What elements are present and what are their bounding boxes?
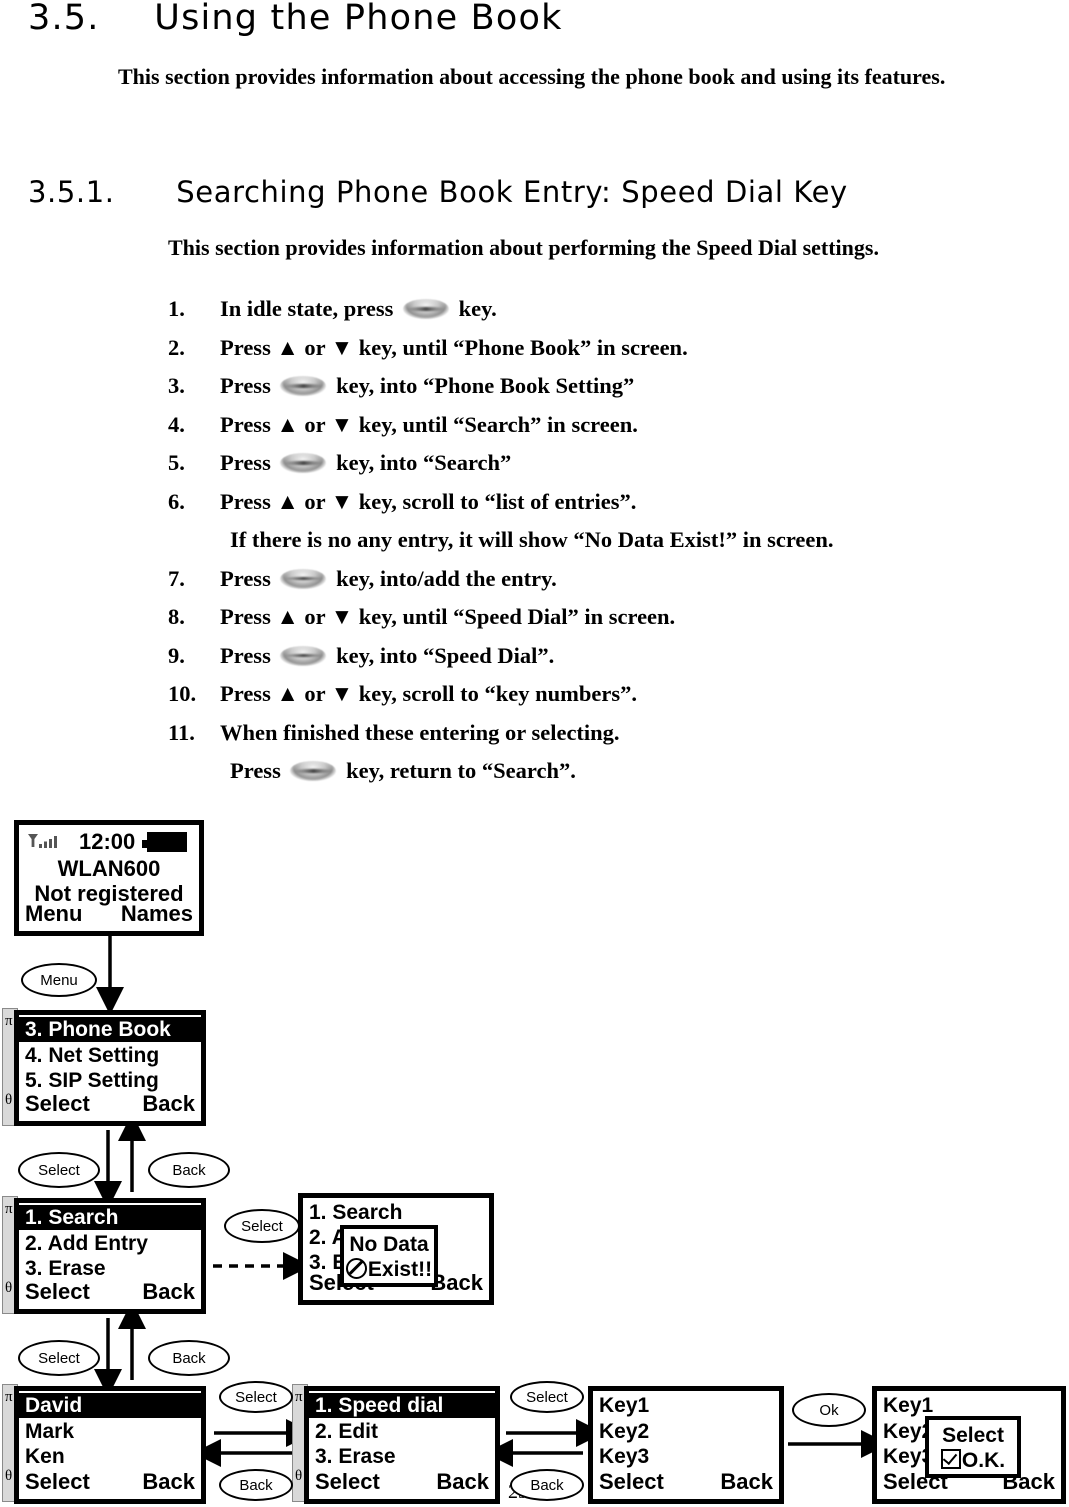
softkey-right[interactable]: Back <box>142 1091 195 1117</box>
scroll-down-icon[interactable]: θ <box>295 1468 302 1485</box>
status-clock: 12:00 <box>79 829 136 854</box>
menu-item[interactable]: Key1 <box>599 1393 773 1418</box>
popup-line-1: Select <box>942 1424 1004 1447</box>
list-item-selected[interactable]: David <box>19 1393 201 1418</box>
no-data-popup: No Data Exist!! <box>340 1225 438 1287</box>
softkey-left[interactable]: Select <box>315 1469 380 1495</box>
scroll-down-icon[interactable]: θ <box>5 1092 12 1109</box>
scroll-up-icon[interactable]: π <box>5 1013 13 1030</box>
action-label-select[interactable]: Select <box>510 1381 584 1413</box>
menu-item[interactable]: 3. Erase <box>315 1444 489 1469</box>
entry-list-screen[interactable]: David Mark Ken Select Back <box>14 1386 206 1504</box>
scroll-up-icon[interactable]: π <box>295 1389 303 1406</box>
menu-item-selected[interactable]: 1. Speed dial <box>309 1393 495 1418</box>
flow-diagram: 12:00 WLAN600 Not registered Menu Names … <box>0 0 1069 1507</box>
softkey-bar: Menu Names <box>25 901 193 927</box>
softkey-bar: Select Back <box>25 1091 195 1117</box>
battery-full-icon <box>142 832 187 852</box>
menu-item[interactable]: Key1 <box>883 1393 1055 1418</box>
menu-item[interactable]: 4. Net Setting <box>25 1043 195 1068</box>
popup-line-2: O.K. <box>929 1448 1017 1473</box>
menu-item[interactable]: Key3 <box>599 1444 773 1469</box>
main-menu-screen[interactable]: 3. Phone Book 4. Net Setting 5. SIP Sett… <box>14 1010 206 1126</box>
scroll-up-icon[interactable]: π <box>5 1389 13 1406</box>
softkey-left[interactable]: Menu <box>25 901 82 927</box>
softkey-bar: Select Back <box>599 1469 773 1495</box>
softkey-left[interactable]: Select <box>599 1469 664 1495</box>
softkey-bar: Select Back <box>25 1279 195 1305</box>
action-label-select[interactable]: Select <box>219 1381 293 1413</box>
scroll-down-icon[interactable]: θ <box>5 1280 12 1297</box>
popup-line-2-text: Exist!! <box>367 1258 433 1281</box>
softkey-right[interactable]: Back <box>436 1469 489 1495</box>
entry-options-screen[interactable]: 1. Speed dial 2. Edit 3. Erase Select Ba… <box>304 1386 500 1504</box>
prohibited-icon <box>345 1258 367 1279</box>
action-label-back[interactable]: Back <box>219 1469 293 1501</box>
softkey-right[interactable]: Back <box>720 1469 773 1495</box>
menu-item-selected[interactable]: 3. Phone Book <box>19 1017 201 1042</box>
list-item[interactable]: Ken <box>25 1444 195 1469</box>
menu-item[interactable]: 3. Erase <box>25 1256 195 1281</box>
action-label-select[interactable]: Select <box>18 1340 100 1376</box>
signal-bars-icon <box>27 832 63 852</box>
confirm-popup: Select O.K. <box>925 1416 1021 1478</box>
action-label-menu[interactable]: Menu <box>21 963 97 997</box>
popup-line-2-text: O.K. <box>961 1449 1006 1472</box>
menu-item-selected[interactable]: 1. Search <box>19 1205 201 1230</box>
action-label-select[interactable]: Select <box>18 1152 100 1188</box>
softkey-right[interactable]: Back <box>142 1279 195 1305</box>
softkey-left[interactable]: Select <box>25 1279 90 1305</box>
popup-line-2: Exist!! <box>344 1257 434 1282</box>
softkey-left[interactable]: Select <box>25 1469 90 1495</box>
softkey-bar: Select Back <box>315 1469 489 1495</box>
action-label-back[interactable]: Back <box>148 1152 230 1188</box>
action-label-back[interactable]: Back <box>510 1469 584 1501</box>
scroll-up-icon[interactable]: π <box>5 1201 13 1218</box>
speed-dial-keys-screen[interactable]: Key1 Key2 Key3 Select Back <box>588 1386 784 1504</box>
softkey-right[interactable]: Back <box>430 1270 483 1296</box>
list-item[interactable]: Mark <box>25 1419 195 1444</box>
phonebook-menu-screen[interactable]: 1. Search 2. Add Entry 3. Erase Select B… <box>14 1198 206 1314</box>
softkey-bar: Select Back <box>25 1469 195 1495</box>
scroll-down-icon[interactable]: θ <box>5 1468 12 1485</box>
action-label-ok[interactable]: Ok <box>792 1393 866 1427</box>
menu-item[interactable]: 5. SIP Setting <box>25 1068 195 1093</box>
status-bar: 12:00 <box>27 829 191 855</box>
menu-item[interactable]: 1. Search <box>309 1200 483 1225</box>
action-label-select[interactable]: Select <box>224 1209 300 1243</box>
softkey-right[interactable]: Back <box>142 1469 195 1495</box>
softkey-right[interactable]: Names <box>121 901 193 927</box>
idle-screen[interactable]: 12:00 WLAN600 Not registered Menu Names <box>14 820 204 936</box>
menu-item[interactable]: 2. Add Entry <box>25 1231 195 1256</box>
menu-item[interactable]: Key2 <box>599 1419 773 1444</box>
idle-line-1: WLAN600 <box>57 856 161 881</box>
menu-item[interactable]: 2. Edit <box>315 1419 489 1444</box>
popup-line-1: No Data <box>349 1233 429 1256</box>
softkey-left[interactable]: Select <box>25 1091 90 1117</box>
checkbox-checked-icon <box>940 1449 961 1469</box>
action-label-back[interactable]: Back <box>148 1340 230 1376</box>
